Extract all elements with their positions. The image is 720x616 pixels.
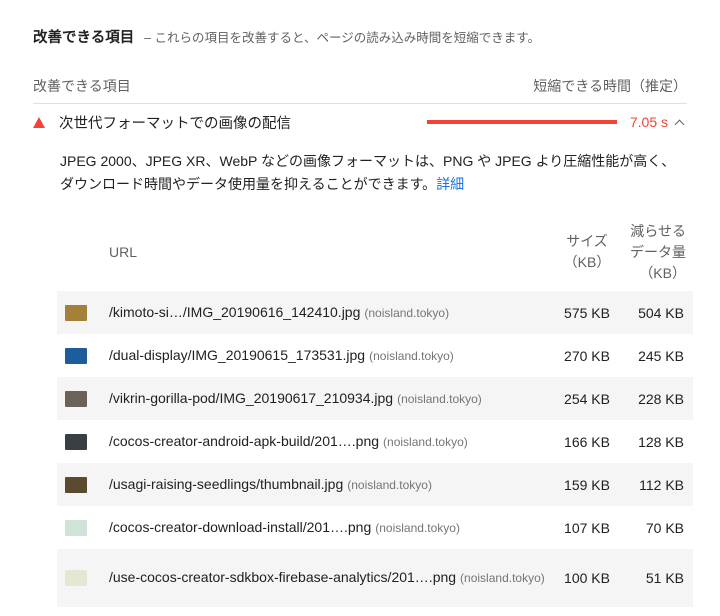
audit-title: 次世代フォーマットでの画像の配信: [59, 115, 291, 132]
resource-host: (noisland.tokyo): [369, 348, 454, 363]
header-url: URL: [109, 244, 138, 260]
header-size-text: サイズ（KB）: [563, 233, 611, 270]
table-header: URL サイズ（KB） 減らせるデータ量（KB）: [57, 213, 693, 291]
section-header: 改善できる項目 – これらの項目を改善すると、ページの読み込み時間を短縮できます…: [33, 26, 540, 47]
image-thumbnail: [65, 519, 87, 536]
audit-description-text: JPEG 2000、JPEG XR、WebP などの画像フォーマットは、PNG …: [60, 153, 676, 192]
column-header-savings: 短縮できる時間（推定）: [533, 78, 687, 94]
resource-path[interactable]: /cocos-creator-download-install/201….png: [109, 519, 371, 535]
resource-size: 254 KB: [564, 390, 610, 407]
resource-path[interactable]: /cocos-creator-android-apk-build/201….pn…: [109, 433, 379, 449]
audit-summary-row[interactable]: 次世代フォーマットでの画像の配信 7.05 s: [33, 111, 687, 133]
header-size: サイズ（KB）: [551, 231, 623, 273]
image-thumbnail: [65, 390, 87, 407]
resource-size: 159 KB: [564, 476, 610, 493]
learn-more-link[interactable]: 詳細: [436, 176, 464, 192]
column-header: 改善できる項目 短縮できる時間（推定）: [33, 76, 687, 98]
header-saved: 減らせるデータ量（KB）: [623, 221, 693, 284]
resource-path[interactable]: /use-cocos-creator-sdkbox-firebase-analy…: [109, 569, 456, 585]
table-row: /cocos-creator-download-install/201….png…: [57, 506, 693, 549]
resource-size: 270 KB: [564, 347, 610, 364]
resource-url[interactable]: /dual-display/IMG_20190615_173531.jpg (no…: [109, 345, 551, 367]
resource-path[interactable]: /dual-display/IMG_20190615_173531.jpg: [109, 347, 365, 363]
chevron-up-icon[interactable]: [674, 119, 685, 129]
resource-url[interactable]: /kimoto-si…/IMG_20190616_142410.jpg (nois…: [109, 302, 551, 324]
table-row: /vikrin-gorilla-pod/IMG_20190617_210934.…: [57, 377, 693, 420]
image-thumbnail: [65, 304, 87, 321]
section-description: – これらの項目を改善すると、ページの読み込み時間を短縮できます。: [144, 31, 541, 45]
divider: [33, 103, 687, 104]
resource-host: (noisland.tokyo): [383, 434, 468, 449]
resource-saved: 70 KB: [645, 519, 684, 536]
resource-host: (noisland.tokyo): [364, 305, 450, 320]
table-row: /usagi-raising-seedlings/thumbnail.jpg (n…: [57, 463, 693, 506]
resource-host: (noisland.tokyo): [460, 571, 545, 585]
table-row: /use-cocos-creator-sdkbox-firebase-analy…: [57, 549, 693, 607]
resource-path[interactable]: /kimoto-si…/IMG_20190616_142410.jpg: [109, 304, 360, 320]
section-title: 改善できる項目: [33, 30, 135, 46]
warning-triangle-icon: [33, 116, 45, 128]
resource-host: (noisland.tokyo): [375, 520, 460, 535]
image-thumbnail: [65, 476, 87, 493]
resource-saved: 112 KB: [639, 476, 684, 493]
table-row: /cocos-creator-android-apk-build/201….pn…: [57, 420, 693, 463]
audit-description: JPEG 2000、JPEG XR、WebP などの画像フォーマットは、PNG …: [60, 150, 680, 196]
image-thumbnail: [65, 433, 87, 450]
resource-url[interactable]: /cocos-creator-android-apk-build/201….pn…: [109, 431, 551, 453]
resource-host: (noisland.tokyo): [347, 477, 432, 492]
header-saved-text: 減らせるデータ量（KB）: [630, 222, 686, 281]
resource-table: URL サイズ（KB） 減らせるデータ量（KB） /kimoto-si…/IMG…: [57, 213, 693, 607]
table-row: /dual-display/IMG_20190615_173531.jpg (no…: [57, 334, 693, 377]
resource-host: (noisland.tokyo): [397, 391, 482, 406]
resource-saved: 245 KB: [638, 347, 684, 364]
resource-saved: 51 KB: [645, 570, 684, 586]
resource-size: 166 KB: [564, 433, 610, 450]
audit-savings: 7.05 s: [629, 114, 668, 130]
resource-size: 100 KB: [564, 570, 610, 586]
resource-path[interactable]: /vikrin-gorilla-pod/IMG_20190617_210934.…: [109, 390, 393, 406]
image-thumbnail: [65, 570, 87, 586]
resource-url[interactable]: /usagi-raising-seedlings/thumbnail.jpg (n…: [109, 474, 551, 496]
resource-url[interactable]: /use-cocos-creator-sdkbox-firebase-analy…: [109, 567, 551, 589]
resource-saved: 128 KB: [638, 433, 684, 450]
table-row: /kimoto-si…/IMG_20190616_142410.jpg (nois…: [57, 291, 693, 334]
column-header-opportunity: 改善できる項目: [33, 78, 131, 94]
image-thumbnail: [65, 347, 87, 364]
resource-saved: 228 KB: [638, 390, 684, 407]
table-body: /kimoto-si…/IMG_20190616_142410.jpg (nois…: [57, 291, 693, 607]
resource-saved: 504 KB: [638, 304, 684, 321]
resource-path[interactable]: /usagi-raising-seedlings/thumbnail.jpg: [109, 476, 343, 492]
savings-bar: [426, 120, 617, 124]
resource-size: 107 KB: [564, 519, 610, 536]
resource-size: 575 KB: [564, 304, 610, 321]
resource-url[interactable]: /vikrin-gorilla-pod/IMG_20190617_210934.…: [109, 388, 551, 410]
resource-url[interactable]: /cocos-creator-download-install/201….png…: [109, 517, 551, 539]
